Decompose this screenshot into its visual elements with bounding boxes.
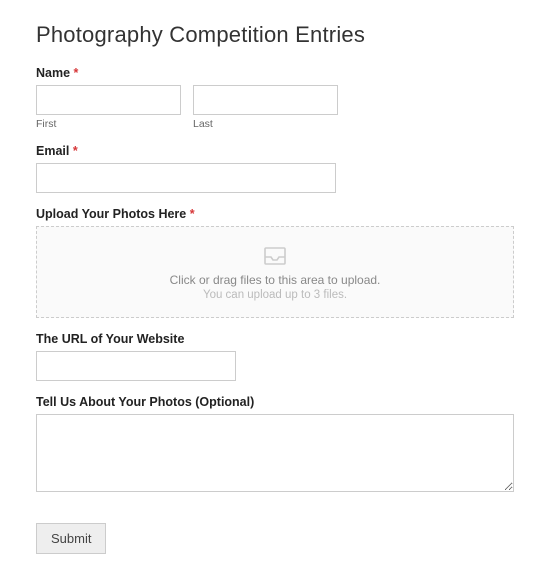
email-label-text: Email (36, 144, 69, 158)
about-textarea[interactable] (36, 414, 514, 492)
last-name-sublabel: Last (193, 118, 338, 130)
name-field: Name * First Last (36, 66, 514, 130)
page-title: Photography Competition Entries (36, 22, 514, 48)
submit-button[interactable]: Submit (36, 523, 106, 554)
email-required-mark: * (73, 144, 78, 158)
url-label: The URL of Your Website (36, 332, 514, 346)
url-input[interactable] (36, 351, 236, 381)
first-name-sublabel: First (36, 118, 181, 130)
upload-label: Upload Your Photos Here * (36, 207, 514, 221)
name-row: First Last (36, 85, 514, 130)
inbox-icon (263, 245, 287, 267)
upload-required-mark: * (190, 207, 195, 221)
email-input[interactable] (36, 163, 336, 193)
last-name-col: Last (193, 85, 338, 130)
last-name-input[interactable] (193, 85, 338, 115)
url-field: The URL of Your Website (36, 332, 514, 381)
name-required-mark: * (74, 66, 79, 80)
email-label: Email * (36, 144, 514, 158)
upload-field: Upload Your Photos Here * Click or drag … (36, 207, 514, 318)
name-label-text: Name (36, 66, 70, 80)
upload-label-text: Upload Your Photos Here (36, 207, 186, 221)
first-name-input[interactable] (36, 85, 181, 115)
about-label: Tell Us About Your Photos (Optional) (36, 395, 514, 409)
dropzone-secondary-text: You can upload up to 3 files. (47, 289, 503, 301)
dropzone-primary-text: Click or drag files to this area to uplo… (47, 273, 503, 287)
name-label: Name * (36, 66, 514, 80)
about-field: Tell Us About Your Photos (Optional) (36, 395, 514, 495)
first-name-col: First (36, 85, 181, 130)
upload-dropzone[interactable]: Click or drag files to this area to uplo… (36, 226, 514, 318)
email-field: Email * (36, 144, 514, 193)
